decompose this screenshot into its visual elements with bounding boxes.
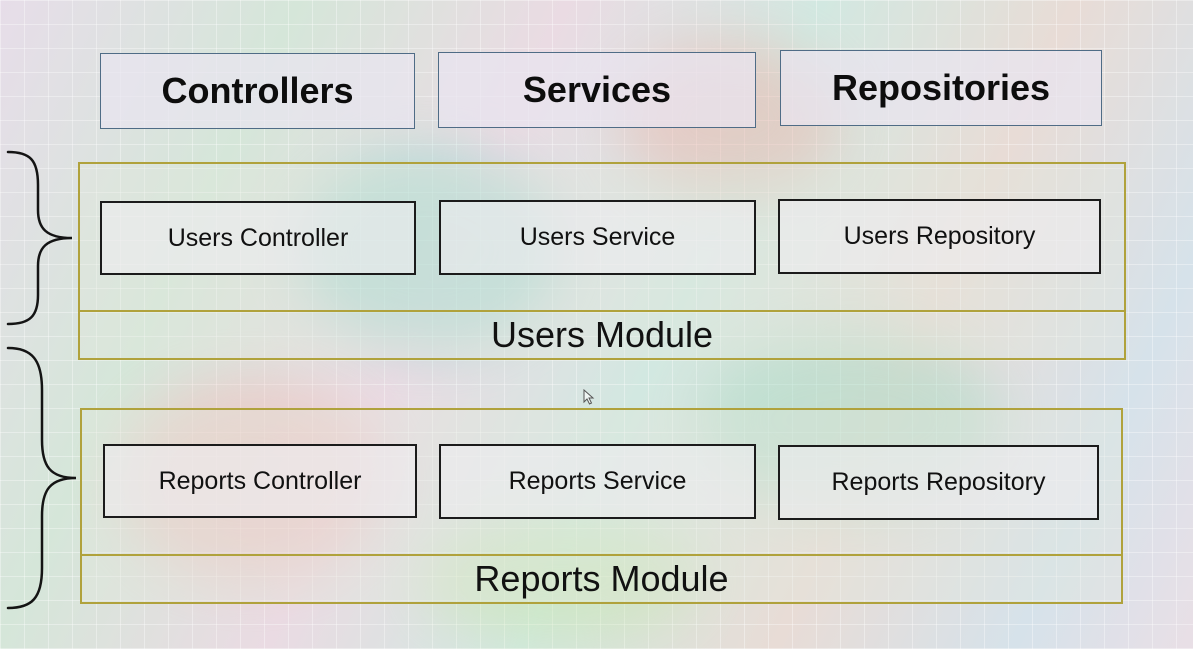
layer-header-services: Services xyxy=(438,52,756,128)
mouse-pointer-icon xyxy=(583,389,595,405)
layer-header-repositories: Repositories xyxy=(780,50,1102,126)
module-braces xyxy=(6,150,77,610)
module-label-reports: Reports Module xyxy=(474,558,729,599)
layer-header-controllers: Controllers xyxy=(100,53,415,129)
module-label-users: Users Module xyxy=(490,314,714,355)
component-users-service: Users Service xyxy=(439,200,756,275)
brace-reports xyxy=(6,346,77,610)
component-reports-controller: Reports Controller xyxy=(103,444,417,518)
component-reports-service: Reports Service xyxy=(439,444,756,519)
brace-users xyxy=(6,150,73,326)
diagram-canvas: Controllers Services Repositories Users … xyxy=(0,0,1193,649)
component-users-controller: Users Controller xyxy=(100,201,416,275)
component-reports-repository: Reports Repository xyxy=(778,445,1099,520)
component-users-repository: Users Repository xyxy=(778,199,1101,274)
